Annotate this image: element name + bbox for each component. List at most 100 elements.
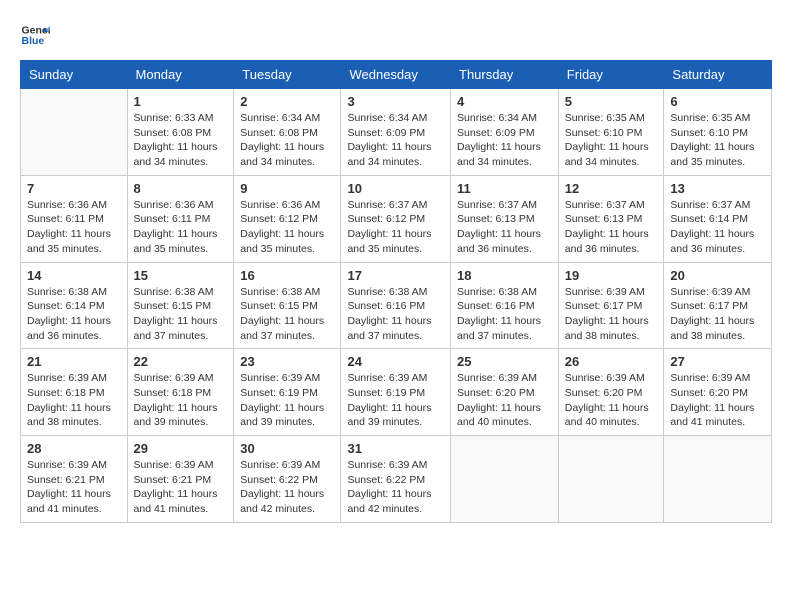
day-info: Sunrise: 6:36 AM Sunset: 6:12 PM Dayligh… [240,198,334,257]
day-info: Sunrise: 6:37 AM Sunset: 6:14 PM Dayligh… [670,198,765,257]
day-number: 7 [27,181,121,196]
day-info: Sunrise: 6:39 AM Sunset: 6:20 PM Dayligh… [565,371,658,430]
calendar-cell: 16 Sunrise: 6:38 AM Sunset: 6:15 PM Dayli… [234,262,341,349]
day-number: 16 [240,268,334,283]
day-number: 30 [240,441,334,456]
day-info: Sunrise: 6:38 AM Sunset: 6:16 PM Dayligh… [347,285,444,344]
calendar-cell: 7 Sunrise: 6:36 AM Sunset: 6:11 PM Daylig… [21,175,128,262]
day-number: 20 [670,268,765,283]
day-number: 1 [134,94,228,109]
day-info: Sunrise: 6:39 AM Sunset: 6:20 PM Dayligh… [457,371,552,430]
calendar-cell: 4 Sunrise: 6:34 AM Sunset: 6:09 PM Daylig… [451,89,559,176]
day-info: Sunrise: 6:39 AM Sunset: 6:19 PM Dayligh… [347,371,444,430]
day-info: Sunrise: 6:34 AM Sunset: 6:09 PM Dayligh… [347,111,444,170]
day-of-week-header: Tuesday [234,61,341,89]
svg-text:Blue: Blue [22,35,45,47]
day-number: 29 [134,441,228,456]
day-of-week-header: Monday [127,61,234,89]
day-info: Sunrise: 6:35 AM Sunset: 6:10 PM Dayligh… [670,111,765,170]
day-info: Sunrise: 6:39 AM Sunset: 6:17 PM Dayligh… [670,285,765,344]
calendar-cell: 12Sunrise: 6:37 AM Sunset: 6:13 PM Dayli… [558,175,664,262]
calendar-cell: 10Sunrise: 6:37 AM Sunset: 6:12 PM Dayli… [341,175,451,262]
day-number: 31 [347,441,444,456]
day-number: 11 [457,181,552,196]
day-info: Sunrise: 6:38 AM Sunset: 6:15 PM Dayligh… [240,285,334,344]
calendar-cell [451,436,559,523]
day-number: 2 [240,94,334,109]
day-number: 14 [27,268,121,283]
calendar-cell: 26 Sunrise: 6:39 AM Sunset: 6:20 PM Dayli… [558,349,664,436]
day-of-week-header: Thursday [451,61,559,89]
day-number: 17 [347,268,444,283]
calendar-cell: 21 Sunrise: 6:39 AM Sunset: 6:18 PM Dayli… [21,349,128,436]
day-info: Sunrise: 6:39 AM Sunset: 6:17 PM Dayligh… [565,285,658,344]
day-of-week-header: Saturday [664,61,772,89]
day-number: 23 [240,354,334,369]
day-number: 5 [565,94,658,109]
calendar-cell: 25 Sunrise: 6:39 AM Sunset: 6:20 PM Dayli… [451,349,559,436]
calendar-cell: 23 Sunrise: 6:39 AM Sunset: 6:19 PM Dayli… [234,349,341,436]
calendar-cell: 2 Sunrise: 6:34 AM Sunset: 6:08 PM Daylig… [234,89,341,176]
calendar-cell: 1 Sunrise: 6:33 AM Sunset: 6:08 PM Daylig… [127,89,234,176]
day-number: 4 [457,94,552,109]
day-info: Sunrise: 6:39 AM Sunset: 6:20 PM Dayligh… [670,371,765,430]
day-of-week-header: Sunday [21,61,128,89]
day-number: 15 [134,268,228,283]
calendar-cell: 5 Sunrise: 6:35 AM Sunset: 6:10 PM Daylig… [558,89,664,176]
day-number: 19 [565,268,658,283]
day-info: Sunrise: 6:39 AM Sunset: 6:21 PM Dayligh… [27,458,121,517]
day-info: Sunrise: 6:36 AM Sunset: 6:11 PM Dayligh… [27,198,121,257]
day-number: 6 [670,94,765,109]
day-number: 8 [134,181,228,196]
day-info: Sunrise: 6:39 AM Sunset: 6:21 PM Dayligh… [134,458,228,517]
day-info: Sunrise: 6:38 AM Sunset: 6:15 PM Dayligh… [134,285,228,344]
calendar-cell: 8 Sunrise: 6:36 AM Sunset: 6:11 PM Daylig… [127,175,234,262]
header: General Blue [20,20,772,50]
day-info: Sunrise: 6:37 AM Sunset: 6:13 PM Dayligh… [457,198,552,257]
calendar-cell: 14 Sunrise: 6:38 AM Sunset: 6:14 PM Dayli… [21,262,128,349]
day-number: 18 [457,268,552,283]
day-number: 27 [670,354,765,369]
day-number: 3 [347,94,444,109]
day-info: Sunrise: 6:36 AM Sunset: 6:11 PM Dayligh… [134,198,228,257]
calendar-cell: 20 Sunrise: 6:39 AM Sunset: 6:17 PM Dayli… [664,262,772,349]
calendar-cell: 30 Sunrise: 6:39 AM Sunset: 6:22 PM Dayli… [234,436,341,523]
day-number: 26 [565,354,658,369]
calendar-cell: 3 Sunrise: 6:34 AM Sunset: 6:09 PM Daylig… [341,89,451,176]
day-info: Sunrise: 6:38 AM Sunset: 6:16 PM Dayligh… [457,285,552,344]
day-number: 21 [27,354,121,369]
calendar-cell: 13 Sunrise: 6:37 AM Sunset: 6:14 PM Dayli… [664,175,772,262]
day-info: Sunrise: 6:39 AM Sunset: 6:18 PM Dayligh… [27,371,121,430]
day-info: Sunrise: 6:39 AM Sunset: 6:22 PM Dayligh… [347,458,444,517]
calendar-cell: 9 Sunrise: 6:36 AM Sunset: 6:12 PM Daylig… [234,175,341,262]
calendar-cell: 18 Sunrise: 6:38 AM Sunset: 6:16 PM Dayli… [451,262,559,349]
day-info: Sunrise: 6:35 AM Sunset: 6:10 PM Dayligh… [565,111,658,170]
calendar-cell: 17 Sunrise: 6:38 AM Sunset: 6:16 PM Dayli… [341,262,451,349]
day-info: Sunrise: 6:39 AM Sunset: 6:18 PM Dayligh… [134,371,228,430]
calendar-cell: 22 Sunrise: 6:39 AM Sunset: 6:18 PM Dayli… [127,349,234,436]
day-number: 13 [670,181,765,196]
calendar-cell: 11 Sunrise: 6:37 AM Sunset: 6:13 PM Dayli… [451,175,559,262]
day-info: Sunrise: 6:39 AM Sunset: 6:22 PM Dayligh… [240,458,334,517]
day-info: Sunrise: 6:33 AM Sunset: 6:08 PM Dayligh… [134,111,228,170]
day-number: 12 [565,181,658,196]
day-info: Sunrise: 6:38 AM Sunset: 6:14 PM Dayligh… [27,285,121,344]
day-number: 28 [27,441,121,456]
calendar-cell [664,436,772,523]
day-number: 10 [347,181,444,196]
day-number: 9 [240,181,334,196]
day-of-week-header: Wednesday [341,61,451,89]
day-info: Sunrise: 6:34 AM Sunset: 6:08 PM Dayligh… [240,111,334,170]
calendar-cell: 29 Sunrise: 6:39 AM Sunset: 6:21 PM Dayli… [127,436,234,523]
day-number: 24 [347,354,444,369]
day-info: Sunrise: 6:39 AM Sunset: 6:19 PM Dayligh… [240,371,334,430]
calendar-cell [558,436,664,523]
calendar-cell: 31 Sunrise: 6:39 AM Sunset: 6:22 PM Dayli… [341,436,451,523]
calendar-cell: 15 Sunrise: 6:38 AM Sunset: 6:15 PM Dayli… [127,262,234,349]
day-number: 22 [134,354,228,369]
day-of-week-header: Friday [558,61,664,89]
day-number: 25 [457,354,552,369]
calendar-cell [21,89,128,176]
day-info: Sunrise: 6:34 AM Sunset: 6:09 PM Dayligh… [457,111,552,170]
calendar-cell: 19 Sunrise: 6:39 AM Sunset: 6:17 PM Dayli… [558,262,664,349]
